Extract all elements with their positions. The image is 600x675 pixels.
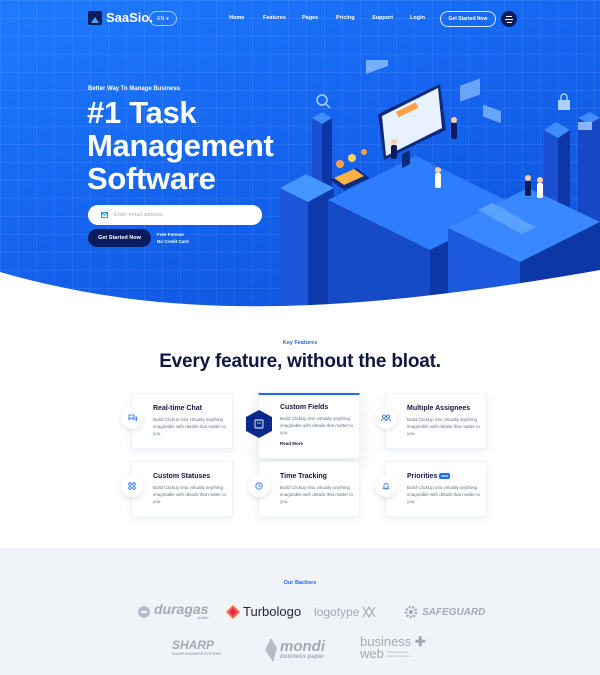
feature-desc: Build ClickUp into virtually anything im… bbox=[407, 485, 481, 504]
safeguard-gear-icon bbox=[404, 605, 418, 619]
nav-link-pricing[interactable]: Pricing bbox=[336, 15, 355, 21]
duragas-logo[interactable]: duragas bottle bbox=[137, 601, 209, 620]
mondi-wordmark: mondi bbox=[280, 637, 325, 655]
nav-get-started-button[interactable]: Get Started Now bbox=[440, 11, 496, 27]
key-features-label: Key Features bbox=[282, 340, 318, 346]
fields-icon bbox=[245, 409, 273, 439]
logotype-wordmark: logotype bbox=[314, 605, 360, 619]
backers-label: Our Backers bbox=[283, 580, 317, 586]
logotype-logo[interactable]: logotype bbox=[314, 605, 376, 619]
feature-card-priorities[interactable]: Priorities NEW Build ClickUp into virtual… bbox=[375, 461, 487, 517]
business-web-line2: web Comprehensive Data for Projects bbox=[360, 646, 410, 661]
logotype-mark-icon bbox=[362, 606, 376, 618]
turbologo-logo[interactable]: Turbologo bbox=[226, 604, 301, 619]
nav-link-login[interactable]: Login bbox=[410, 15, 425, 21]
feature-card-statuses[interactable]: Custom Statuses Build ClickUp into virtu… bbox=[121, 461, 233, 517]
hero-title-line-3: Software bbox=[87, 161, 216, 196]
feature-desc: Build ClickUp into virtually anything im… bbox=[280, 416, 354, 435]
sharp-wordmark: SHARP bbox=[172, 638, 215, 652]
no-credit-card-text: No Credit Card bbox=[157, 239, 189, 244]
business-web-logo[interactable]: business ✚ web Comprehensive Data for Pro… bbox=[360, 635, 426, 661]
feature-title: Custom Fields bbox=[280, 404, 329, 411]
assignees-icon bbox=[375, 407, 397, 429]
feature-title: Time Tracking bbox=[280, 473, 327, 480]
nav-link-support[interactable]: Support bbox=[372, 15, 393, 21]
email-input[interactable] bbox=[114, 212, 244, 218]
hero-notes: Free Forever No Credit Card bbox=[157, 231, 189, 245]
sharp-logo[interactable]: SHARP SHARP BUSINESS SYSTEMS bbox=[172, 638, 221, 656]
turbologo-wordmark: Turbologo bbox=[243, 604, 302, 619]
bell-icon bbox=[375, 475, 397, 497]
hero-section: SaaSio. EN ▾ Home Features Pages Pricing… bbox=[0, 0, 600, 312]
statuses-icon bbox=[121, 475, 143, 497]
new-badge: NEW bbox=[439, 473, 451, 480]
clock-icon bbox=[248, 475, 270, 497]
hero-title-line-1: #1 Task bbox=[87, 95, 197, 130]
duragas-sub: bottle bbox=[197, 615, 209, 620]
mondi-mark-icon bbox=[265, 638, 277, 662]
nav-link-pages[interactable]: Pages bbox=[302, 15, 318, 21]
safeguard-wordmark: SAFEGUARD bbox=[422, 606, 486, 618]
top-navbar: SaaSio. EN ▾ Home Features Pages Pricing… bbox=[0, 0, 600, 38]
feature-card-custom-fields[interactable]: Custom Fields Build ClickUp into virtual… bbox=[246, 393, 360, 459]
feature-title-wrap: Priorities NEW bbox=[407, 473, 451, 480]
sharp-sub: SHARP BUSINESS SYSTEMS bbox=[172, 652, 221, 656]
chevron-down-icon: ▾ bbox=[166, 15, 169, 22]
duragas-mark-icon bbox=[138, 605, 150, 618]
language-selector[interactable]: EN ▾ bbox=[149, 11, 177, 26]
hero-title: #1 Task Management Software bbox=[87, 95, 274, 196]
logo-icon bbox=[88, 10, 102, 25]
mail-icon bbox=[101, 212, 108, 218]
free-forever-text: Free Forever bbox=[157, 232, 185, 237]
nav-link-home[interactable]: Home bbox=[229, 15, 244, 21]
feature-card-assignees[interactable]: Multiple Assignees Build ClickUp into vi… bbox=[375, 393, 487, 449]
mondi-logo[interactable]: mondi business paper bbox=[265, 638, 325, 662]
duragas-wordmark: duragas bbox=[154, 601, 209, 617]
hamburger-menu-icon[interactable] bbox=[501, 11, 517, 27]
feature-desc: Build ClickUp into virtually anything im… bbox=[153, 417, 227, 436]
feature-title: Multiple Assignees bbox=[407, 405, 471, 412]
brand-logo[interactable]: SaaSio. bbox=[88, 10, 153, 25]
chat-icon bbox=[121, 407, 143, 429]
nav-link-features[interactable]: Features bbox=[263, 15, 286, 21]
read-more-link[interactable]: Read More bbox=[280, 441, 303, 446]
safeguard-logo[interactable]: SAFEGUARD bbox=[403, 604, 485, 620]
hero-tagline: Better Way To Manage Business bbox=[88, 86, 181, 92]
turbologo-mark-icon bbox=[226, 604, 240, 619]
mondi-sub: business paper bbox=[280, 653, 325, 660]
feature-desc: Build ClickUp into virtually anything im… bbox=[153, 485, 227, 504]
feature-title: Priorities bbox=[407, 473, 438, 480]
feature-title: Real-time Chat bbox=[153, 405, 203, 412]
language-label: EN bbox=[157, 15, 165, 22]
feature-card-time-tracking[interactable]: Time Tracking Build ClickUp into virtual… bbox=[248, 461, 360, 517]
feature-desc: Build ClickUp into virtually anything im… bbox=[407, 417, 481, 436]
hero-get-started-button[interactable]: Get Started Now bbox=[88, 229, 151, 247]
brand-name: SaaSio. bbox=[106, 10, 153, 25]
feature-card-chat[interactable]: Real-time Chat Build ClickUp into virtua… bbox=[121, 393, 233, 449]
hero-title-line-2: Management bbox=[87, 128, 274, 163]
email-field-wrapper bbox=[88, 205, 262, 225]
feature-title: Custom Statuses bbox=[153, 473, 211, 480]
feature-desc: Build ClickUp into virtually anything im… bbox=[280, 485, 354, 504]
features-title: Every feature, without the bloat. bbox=[159, 351, 441, 372]
